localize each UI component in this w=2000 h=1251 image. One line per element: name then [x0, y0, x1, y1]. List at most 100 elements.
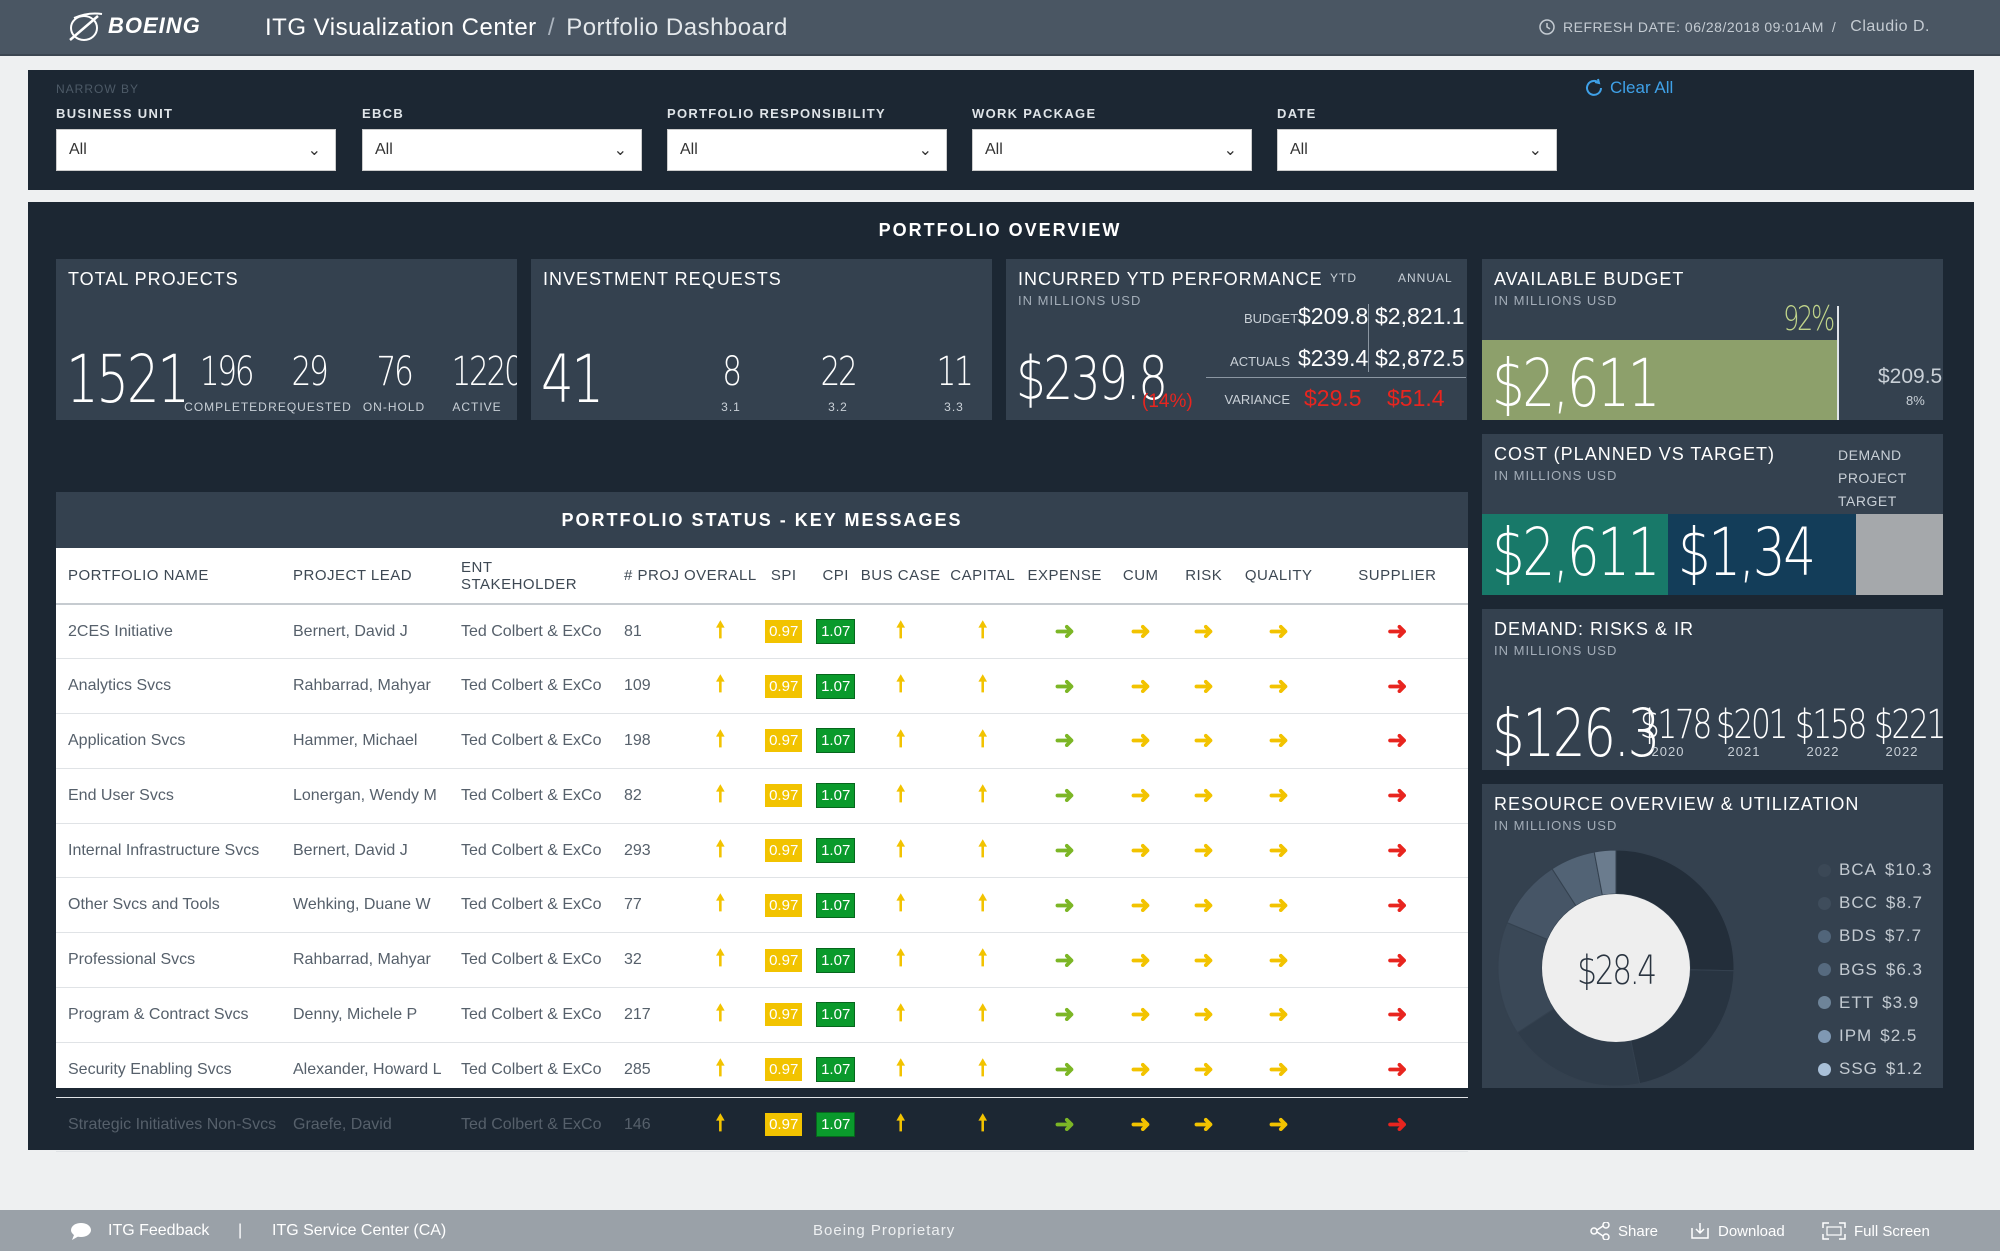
portfolio-name[interactable]: Professional Svcs	[56, 932, 281, 989]
col-risk[interactable]: RISK	[1176, 548, 1231, 605]
service-center-link[interactable]: ITG Service Center (CA)	[272, 1222, 446, 1240]
table-row[interactable]: Program & Contract Svcs Denny, Michele PT…	[56, 987, 1468, 1043]
user-name[interactable]: Claudio D.	[1850, 18, 1930, 36]
legend-item-bgs[interactable]: BGS $6.3	[1818, 960, 1923, 980]
portfolio-name[interactable]: Internal Infrastructure Svcs	[56, 823, 281, 879]
business-unit-select[interactable]: All ⌄	[56, 129, 336, 171]
card-title: DEMAND: RISKS & IR	[1494, 619, 1695, 639]
col-expense[interactable]: EXPENSE	[1024, 548, 1105, 605]
boeing-logo[interactable]: BOEING	[68, 10, 201, 42]
table-row[interactable]: Security Enabling Svcs Alexander, Howard …	[56, 1042, 1468, 1098]
cum-arrow-right-icon: ➜	[1130, 946, 1151, 974]
table-row[interactable]: 2CES Initiative Bernert, David J Ted Colbe…	[56, 604, 1468, 660]
table-row[interactable]: Professional Svcs Rahbarrad, Mahyar Ted Co…	[56, 932, 1468, 989]
cpi-badge: 1.07	[816, 947, 856, 973]
project-lead: Alexander, Howard L	[281, 1042, 449, 1098]
download-button[interactable]: Download	[1690, 1222, 1785, 1240]
bus-case-arrow-up-icon: 🠕	[895, 725, 906, 751]
total-projects-value: 1521	[66, 341, 190, 418]
clock-icon	[1539, 19, 1555, 35]
portfolio-name[interactable]: 2CES Initiative	[56, 604, 281, 660]
clear-all-button[interactable]: Clear All	[1584, 78, 1673, 98]
legend-item-ett[interactable]: ETT $3.9	[1818, 993, 1919, 1013]
cost-card[interactable]: COST (PLANNED VS TARGET) IN MILLIONS USD…	[1482, 434, 1943, 595]
table-row[interactable]: Application Svcs Hammer, Michael Ted Colbe…	[56, 713, 1468, 769]
portfolio-name[interactable]: End User Svcs	[56, 768, 281, 824]
table-row[interactable]: Internal Infrastructure Svcs Bernert, Dav…	[56, 823, 1468, 879]
demand-risks-card[interactable]: DEMAND: RISKS & IR IN MILLIONS USD $126.…	[1482, 609, 1943, 770]
portfolio-responsibility-select[interactable]: All ⌄	[667, 129, 947, 171]
resource-overview-card[interactable]: RESOURCE OVERVIEW & UTILIZATION IN MILLI…	[1482, 784, 1943, 1088]
portfolio-name[interactable]: Program & Contract Svcs	[56, 987, 281, 1043]
col-quality[interactable]: QUALITY	[1230, 548, 1327, 605]
overall-arrow-up-icon: 🠕	[715, 835, 726, 861]
card-subtitle: IN MILLIONS USD	[1494, 468, 1618, 483]
col-capital[interactable]: CAPITAL	[940, 548, 1025, 605]
overall-arrow-up-icon: 🠕	[715, 671, 726, 697]
cum-arrow-right-icon: ➜	[1130, 837, 1151, 865]
app-title-text[interactable]: ITG Visualization Center	[265, 14, 537, 41]
col-bus-case[interactable]: BUS CASE	[860, 548, 941, 605]
feedback-link[interactable]: ITG Feedback	[70, 1222, 209, 1240]
risk-arrow-right-icon: ➜	[1193, 672, 1214, 700]
chevron-down-icon: ⌄	[307, 142, 321, 159]
requested-label: REQUESTED	[268, 400, 352, 414]
col-project-lead[interactable]: PROJECT LEAD	[281, 548, 449, 605]
col-cum[interactable]: CUM	[1104, 548, 1177, 605]
overall-arrow-up-icon: 🠕	[715, 616, 726, 642]
portfolio-name[interactable]: Strategic Initiatives Non-Svcs	[56, 1097, 281, 1153]
cum-arrow-right-icon: ➜	[1130, 782, 1151, 810]
budget-annual: $2,821.1	[1375, 303, 1465, 329]
capital-arrow-up-icon: 🠕	[977, 835, 988, 861]
legend-item-ssg[interactable]: SSG $1.2	[1818, 1059, 1923, 1079]
risk-arrow-right-icon: ➜	[1193, 837, 1214, 865]
legend-item-bds[interactable]: BDS $7.7	[1818, 926, 1922, 946]
investment-total-value: 41	[541, 341, 604, 418]
table-row[interactable]: Other Svcs and Tools Wehking, Duane W Ted …	[56, 877, 1468, 934]
portfolio-name[interactable]: Analytics Svcs	[56, 658, 281, 715]
available-budget-card[interactable]: AVAILABLE BUDGET IN MILLIONS USD 92% $2,…	[1482, 259, 1943, 420]
investment-requests-card[interactable]: INVESTMENT REQUESTS 41 8 3.1 22 3.2 11 3…	[531, 259, 992, 420]
incurred-ytd-card[interactable]: INCURRED YTD PERFORMANCE IN MILLIONS USD…	[1006, 259, 1467, 420]
col-spi[interactable]: SPI	[756, 548, 811, 605]
portfolio-name[interactable]: Other Svcs and Tools	[56, 877, 281, 934]
col-ent-stakeholder[interactable]: ENT STAKEHOLDER	[449, 548, 612, 605]
col-num-proj[interactable]: # PROJ	[612, 548, 684, 605]
refresh-icon	[1586, 78, 1602, 96]
table-row[interactable]: Strategic Initiatives Non-Svcs Graefe, Da…	[56, 1097, 1468, 1153]
col-supplier[interactable]: SUPPLIER	[1326, 548, 1468, 605]
total-projects-card[interactable]: TOTAL PROJECTS 1521 196 COMPLETED 29 REQ…	[56, 259, 517, 420]
share-button[interactable]: Share	[1590, 1222, 1658, 1240]
spi-badge: 0.97	[765, 948, 803, 972]
table-row[interactable]: Analytics Svcs Rahbarrad, Mahyar Ted Colbe…	[56, 658, 1468, 715]
col-cpi[interactable]: CPI	[810, 548, 861, 605]
portfolio-name[interactable]: Security Enabling Svcs	[56, 1042, 281, 1098]
col-portfolio-name[interactable]: PORTFOLIO NAME	[56, 548, 281, 605]
legend-item-bcc[interactable]: BCC $8.7	[1818, 893, 1923, 913]
filter-portfolio-responsibility: PORTFOLIO RESPONSIBILITY All ⌄	[667, 106, 947, 171]
ebcb-select[interactable]: All ⌄	[362, 129, 642, 171]
bus-case-arrow-up-icon: 🠕	[895, 890, 906, 916]
capital-arrow-up-icon: 🠕	[977, 945, 988, 971]
clear-all-label: Clear All	[1610, 78, 1674, 97]
ent-stakeholder: Ted Colbert & ExCo	[449, 932, 612, 989]
proj-count: 285	[612, 1042, 684, 1098]
active-label: ACTIVE	[452, 400, 502, 414]
card-title: AVAILABLE BUDGET	[1494, 269, 1685, 289]
col-overall[interactable]: OVERALL	[684, 548, 757, 605]
year-2022b-value: $221	[1873, 702, 1943, 748]
date-select[interactable]: All ⌄	[1277, 129, 1557, 171]
portfolio-name[interactable]: Application Svcs	[56, 713, 281, 769]
portfolio-status-table: PORTFOLIO STATUS - KEY MESSAGES PORTFOLI…	[56, 492, 1468, 1153]
project-lead: Hammer, Michael	[281, 713, 449, 769]
ent-stakeholder: Ted Colbert & ExCo	[449, 658, 612, 715]
table-row[interactable]: End User Svcs Lonergan, Wendy M Ted Colber…	[56, 768, 1468, 824]
legend-item-ipm[interactable]: IPM $2.5	[1818, 1026, 1917, 1046]
ent-stakeholder: Ted Colbert & ExCo	[449, 877, 612, 934]
remaining-percent: 8%	[1906, 393, 1925, 408]
target-bar	[1856, 514, 1943, 595]
full-screen-button[interactable]: Full Screen	[1822, 1222, 1930, 1240]
supplier-arrow-right-icon: ➜	[1387, 672, 1408, 700]
legend-item-bca[interactable]: BCA $10.3	[1818, 860, 1933, 880]
work-package-select[interactable]: All ⌄	[972, 129, 1252, 171]
